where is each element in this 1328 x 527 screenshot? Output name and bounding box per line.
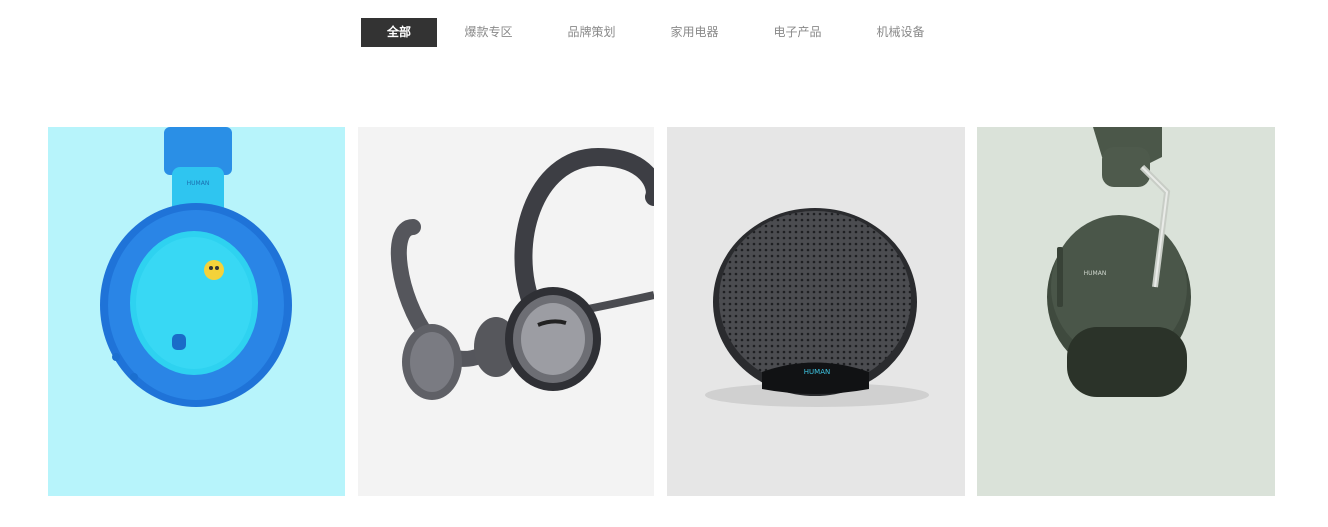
tab-home-appliances[interactable]: 家用电器 [643,18,746,47]
product-card-4[interactable]: HUMAN [977,127,1275,496]
bone-conduction-earphone-image [358,127,654,496]
tab-all[interactable]: 全部 [361,18,437,47]
tab-electronics[interactable]: 电子产品 [746,18,849,47]
product-card-3[interactable]: HUMAN [667,127,965,496]
tab-machinery[interactable]: 机械设备 [849,18,952,47]
tab-brand-planning[interactable]: 品牌策划 [540,18,643,47]
category-filter-tabs: 全部 爆款专区 品牌策划 家用电器 电子产品 机械设备 [361,18,952,47]
product-card-2[interactable] [358,127,654,496]
svg-text:HUMAN: HUMAN [1084,270,1107,277]
svg-text:HUMAN: HUMAN [187,180,210,187]
product-card-1[interactable]: HUMAN [48,127,345,496]
green-headphone-image: HUMAN [977,127,1275,496]
blue-kids-headphone-image: HUMAN [48,127,345,496]
svg-text:HUMAN: HUMAN [804,368,830,376]
tab-hot-products[interactable]: 爆款专区 [437,18,540,47]
round-bluetooth-speaker-image: HUMAN [667,127,965,496]
